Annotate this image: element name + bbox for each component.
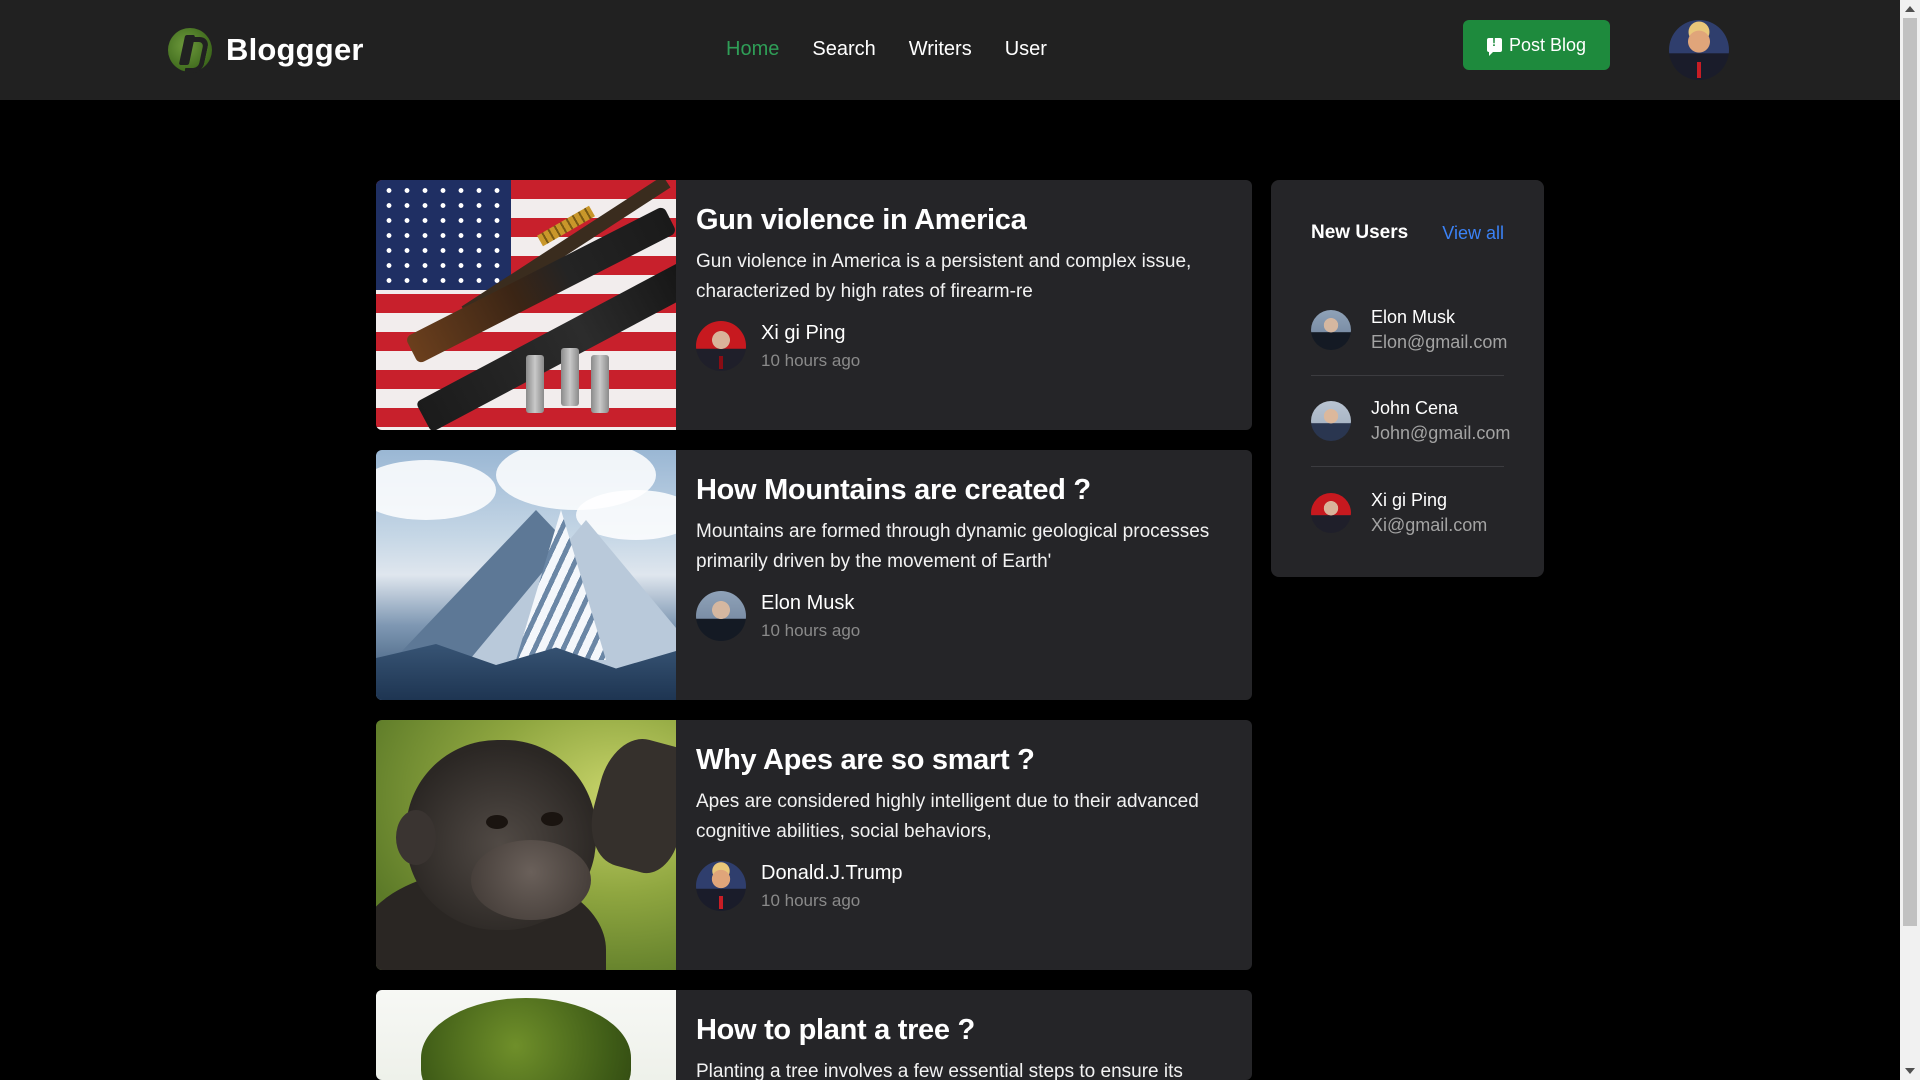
panel-title: New Users — [1311, 222, 1409, 243]
post-card[interactable]: How Mountains are created ? Mountains ar… — [376, 450, 1252, 700]
post-card[interactable]: Gun violence in America Gun violence in … — [376, 180, 1252, 430]
magazine-shape — [526, 355, 544, 413]
brand-link[interactable]: Bloggger — [168, 28, 364, 72]
post-image-tree[interactable] — [376, 990, 676, 1080]
scroll-down-arrow-icon[interactable] — [1905, 1068, 1915, 1074]
post-excerpt: Mountains are formed through dynamic geo… — [696, 521, 1210, 572]
post-card[interactable]: Why Apes are so smart ? Apes are conside… — [376, 720, 1252, 970]
post-body: How to plant a tree ? Planting a tree in… — [676, 990, 1252, 1080]
view-all-link[interactable]: View all — [1442, 223, 1504, 244]
magazine-shape — [561, 348, 579, 406]
profile-avatar[interactable] — [1669, 20, 1729, 80]
post-title[interactable]: How Mountains are created ? — [696, 474, 1236, 507]
flag-canton — [376, 180, 511, 290]
post-body: Gun violence in America Gun violence in … — [676, 180, 1252, 430]
author-avatar — [696, 321, 746, 371]
author-name: Elon Musk — [761, 591, 855, 614]
ape-ear-shape — [396, 810, 436, 865]
post-title[interactable]: Gun violence in America — [696, 204, 1236, 237]
avatar-tie — [719, 896, 723, 909]
author-avatar — [696, 591, 746, 641]
post-time: 10 hours ago — [761, 350, 861, 370]
user-list: Elon Musk Elon@gmail.com John Cena John@… — [1311, 285, 1510, 558]
post-image-ape[interactable] — [376, 720, 676, 970]
post-time: 10 hours ago — [761, 890, 861, 910]
scroll-up-arrow-icon[interactable] — [1905, 6, 1915, 12]
author-name: Donald.J.Trump — [761, 861, 903, 884]
author-avatar — [696, 861, 746, 911]
main-nav: Home Search Writers User — [726, 38, 1080, 61]
post-author[interactable]: Xi gi Ping 10 hours ago — [696, 321, 1236, 371]
user-item[interactable]: John Cena John@gmail.com — [1311, 376, 1510, 467]
post-title[interactable]: Why Apes are so smart ? — [696, 744, 1236, 777]
post-excerpt: Planting a tree involves a few essential… — [696, 1061, 1183, 1080]
nav-search[interactable]: Search — [812, 38, 875, 61]
post-image-mountain[interactable] — [376, 450, 676, 700]
top-navbar: Bloggger Home Search Writers User Post B… — [0, 0, 1900, 100]
ape-muzzle-shape — [471, 840, 591, 920]
nav-user[interactable]: User — [1005, 38, 1047, 61]
post-blog-button[interactable]: Post Blog — [1463, 20, 1610, 70]
user-avatar — [1311, 492, 1351, 533]
chat-alert-icon — [1486, 35, 1502, 56]
nav-home[interactable]: Home — [726, 38, 779, 61]
user-avatar — [1311, 310, 1351, 350]
post-image-flag-guns[interactable] — [376, 180, 676, 430]
panel-header: New Users View all — [1311, 222, 1504, 244]
user-avatar — [1311, 401, 1351, 441]
nav-writers[interactable]: Writers — [909, 38, 972, 61]
post-blog-label: Post Blog — [1508, 34, 1587, 55]
avatar-tie — [1696, 62, 1702, 78]
magazine-shape — [591, 355, 609, 413]
post-author[interactable]: Donald.J.Trump 10 hours ago — [696, 861, 1236, 911]
post-card[interactable]: How to plant a tree ? Planting a tree in… — [376, 990, 1252, 1080]
post-time: 10 hours ago — [761, 620, 861, 640]
user-name: John Cena — [1371, 398, 1459, 418]
post-title[interactable]: How to plant a tree ? — [696, 1014, 1236, 1047]
post-body: How Mountains are created ? Mountains ar… — [676, 450, 1252, 700]
user-item[interactable]: Xi gi Ping Xi@gmail.com — [1311, 467, 1504, 558]
post-excerpt: Gun violence in America is a persistent … — [696, 251, 1192, 302]
tree-crown-shape — [421, 998, 631, 1080]
user-name: Xi gi Ping — [1371, 489, 1448, 510]
ape-eye-shape — [486, 815, 508, 829]
user-email: John@gmail.com — [1371, 423, 1511, 443]
brand-name: Bloggger — [226, 32, 364, 67]
user-email: Xi@gmail.com — [1371, 514, 1488, 535]
author-name: Xi gi Ping — [761, 321, 846, 344]
ape-hand-shape — [580, 730, 676, 880]
user-name: Elon Musk — [1371, 307, 1456, 327]
post-author[interactable]: Elon Musk 10 hours ago — [696, 591, 1236, 641]
scroll-thumb[interactable] — [1903, 18, 1917, 926]
user-email: Elon@gmail.com — [1371, 332, 1508, 352]
logo-icon — [168, 28, 212, 72]
user-item[interactable]: Elon Musk Elon@gmail.com — [1311, 285, 1508, 376]
page-scrollbar[interactable] — [1900, 0, 1920, 1080]
post-body: Why Apes are so smart ? Apes are conside… — [676, 720, 1252, 970]
avatar-tie — [719, 356, 723, 369]
ape-eye-shape — [541, 812, 563, 826]
post-excerpt: Apes are considered highly intelligent d… — [696, 791, 1199, 842]
new-users-panel: New Users View all Elon Musk Elon@gmail.… — [1271, 180, 1544, 577]
